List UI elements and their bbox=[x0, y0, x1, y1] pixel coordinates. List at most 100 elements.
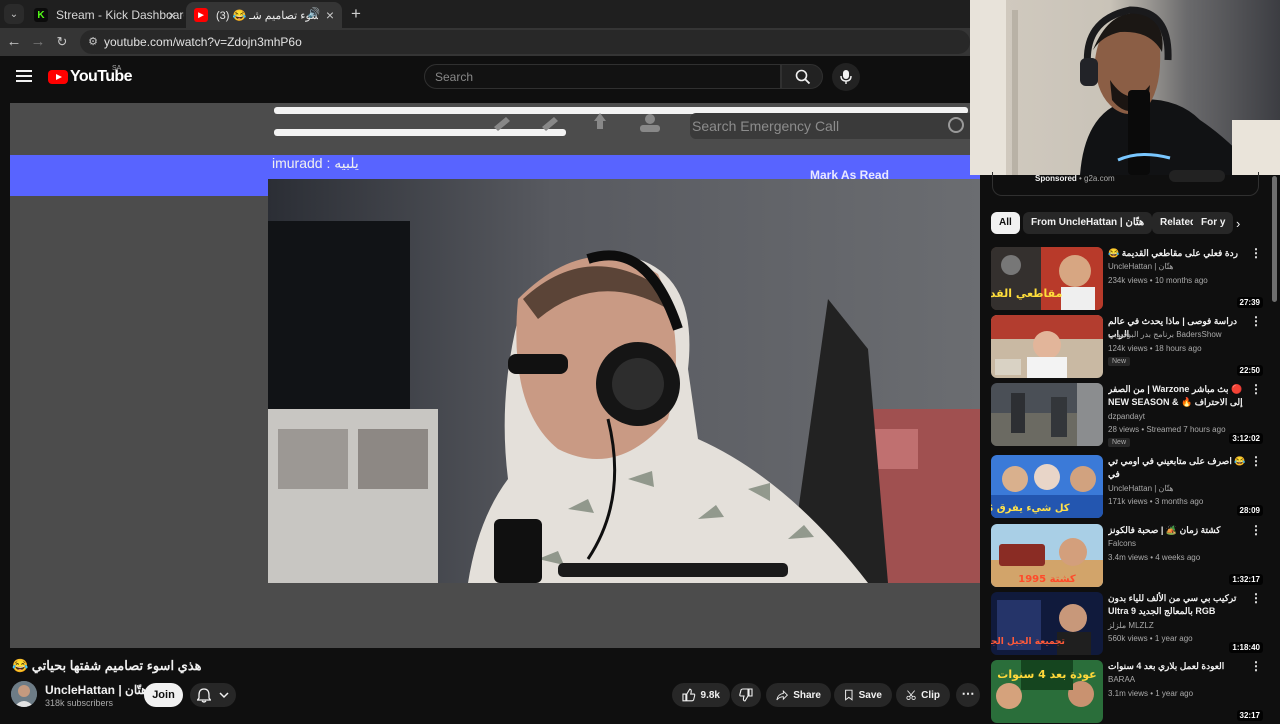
youtube-logo[interactable]: YouTube SA bbox=[48, 65, 132, 86]
more-vertical-icon[interactable]: ⋮ bbox=[1250, 315, 1262, 327]
more-vertical-icon[interactable]: ⋮ bbox=[1250, 383, 1262, 395]
video-meta: 3.4m views • 4 weeks ago bbox=[1108, 553, 1201, 562]
sponsored-ad-card[interactable]: Sponsored • g2a.com bbox=[992, 170, 1259, 196]
more-vertical-icon[interactable]: ⋮ bbox=[1250, 247, 1262, 259]
recommended-video[interactable]: عودة بعد 4 سنوات 32:17 العودة لعمل بلاري… bbox=[991, 660, 1266, 724]
video-meta: 171k views • 3 months ago bbox=[1108, 497, 1204, 506]
close-icon[interactable]: × bbox=[326, 7, 334, 23]
more-vertical-icon[interactable]: ⋮ bbox=[1250, 524, 1262, 536]
new-tab-button[interactable]: + bbox=[346, 4, 366, 24]
sponsored-domain-text: g2a.com bbox=[1084, 174, 1115, 183]
video-duration: 3:12:02 bbox=[1229, 433, 1263, 444]
channel-avatar[interactable] bbox=[11, 681, 37, 707]
video-meta: 28 views • Streamed 7 hours ago bbox=[1108, 425, 1226, 434]
subscriber-count: 318k subscribers bbox=[45, 698, 114, 708]
chip-from-channel[interactable]: From UncleHattan | هتّان bbox=[1023, 212, 1153, 234]
speaker-icon[interactable]: 🔊 bbox=[308, 8, 320, 19]
channel-name[interactable]: ملزلز MLZLZ bbox=[1108, 621, 1154, 630]
dislike-button[interactable] bbox=[731, 683, 761, 707]
video-meta: 124k views • 18 hours ago bbox=[1108, 344, 1202, 353]
site-info-icon[interactable]: ⚙ bbox=[86, 35, 100, 49]
video-thumbnail: عودة بعد 4 سنوات bbox=[991, 660, 1103, 723]
video-title[interactable]: ردة فعلي على مقاطعي القديمة 😂 bbox=[1108, 247, 1248, 260]
video-duration: 1:18:40 bbox=[1229, 642, 1263, 653]
sponsored-label: Sponsored bbox=[1035, 174, 1077, 183]
menu-icon[interactable] bbox=[16, 70, 32, 82]
video-meta: 234k views • 10 months ago bbox=[1108, 276, 1208, 285]
video-title[interactable]: العودة لعمل بلاري بعد 4 سنوات bbox=[1108, 660, 1248, 673]
recommended-video[interactable]: كشتة 1995 1:32:17 كشتة زمان 🏕️ | صحبة فا… bbox=[991, 524, 1266, 588]
recommended-video[interactable]: مقاطعي القديمة 27:39 ردة فعلي على مقاطعي… bbox=[991, 247, 1266, 311]
video-duration: 27:39 bbox=[1236, 297, 1263, 308]
video-title[interactable]: تركيب بي سي من الألف للياء بدون RGB بالم… bbox=[1108, 592, 1248, 618]
share-label: Share bbox=[793, 689, 821, 701]
more-vertical-icon[interactable]: ⋮ bbox=[1250, 455, 1262, 467]
recommended-video[interactable]: تجميعة الجيل الجديد 1:18:40 تركيب بي سي … bbox=[991, 592, 1266, 656]
logo-text: YouTube bbox=[70, 68, 132, 85]
channel-name[interactable]: برنامج بدر البوقيوبي BadersShow bbox=[1108, 330, 1222, 339]
more-vertical-icon[interactable]: ⋮ bbox=[1250, 592, 1262, 604]
search-input[interactable]: Search bbox=[424, 64, 781, 89]
chevron-down-icon bbox=[219, 692, 229, 699]
video-duration: 22:50 bbox=[1236, 365, 1263, 376]
share-icon bbox=[776, 689, 789, 700]
thumbnail-text: تجميعة الجيل الجديد bbox=[991, 637, 1065, 647]
search-button[interactable] bbox=[781, 64, 823, 89]
chevron-right-icon[interactable]: › bbox=[1236, 216, 1240, 231]
youtube-play-icon bbox=[48, 70, 68, 84]
like-count: 9.8k bbox=[700, 689, 720, 701]
video-thumbnail: كل شيء يفرق $10 bbox=[991, 455, 1103, 518]
filter-chips: All From UncleHattan | هتّان Related For… bbox=[991, 212, 1259, 234]
notifications-button[interactable] bbox=[190, 683, 236, 707]
tab-search-button[interactable]: ⌄ bbox=[4, 4, 24, 24]
video-player[interactable]: Search Emergency Call imuradd : يلبيه Ma… bbox=[10, 103, 980, 648]
channel-name[interactable]: UncleHattan | هتّان bbox=[45, 683, 147, 697]
channel-name[interactable]: UncleHattan | هتّان bbox=[1108, 262, 1174, 271]
channel-name[interactable]: dzpandayt bbox=[1108, 412, 1145, 421]
thumbnail-text: عودة بعد 4 سنوات bbox=[997, 668, 1096, 681]
more-actions-button[interactable]: ⋯ bbox=[956, 683, 980, 707]
save-button[interactable]: Save bbox=[834, 683, 892, 707]
avatar-image bbox=[11, 681, 37, 707]
clip-button[interactable]: Clip bbox=[896, 683, 950, 707]
back-arrow-icon[interactable]: ← bbox=[4, 32, 24, 52]
sidebar-scrollbar[interactable] bbox=[1272, 176, 1277, 302]
video-thumbnail: كشتة 1995 bbox=[991, 524, 1103, 587]
video-meta: 560k views • 1 year ago bbox=[1108, 634, 1193, 643]
video-title[interactable]: كشتة زمان 🏕️ | صحبة فالكونز bbox=[1108, 524, 1248, 537]
voice-search-button[interactable] bbox=[832, 63, 860, 91]
tab-kick-dashboard[interactable]: K Stream - Kick Dashboard × bbox=[26, 2, 184, 28]
reload-icon[interactable]: ↻ bbox=[52, 32, 72, 52]
recommended-video[interactable]: 3:12:02 🔴 بث مباشر Warzone | من الصفر إل… bbox=[991, 383, 1266, 447]
recommended-video[interactable]: 22:50 دراسة فوصى | ماذا يحدث في عالم الر… bbox=[991, 315, 1266, 379]
ad-cta-button[interactable] bbox=[1169, 170, 1225, 182]
address-bar[interactable]: ⚙ youtube.com/watch?v=Zdojn3mhP6o bbox=[80, 30, 970, 54]
tab-youtube-video[interactable]: ▶ هذي اسوء تصاميم شـ 😂 (3) 🔊 × bbox=[186, 2, 342, 28]
video-title: هذي اسوء تصاميم شفتها بحياتي 😂 bbox=[12, 658, 202, 673]
forward-arrow-icon[interactable]: → bbox=[28, 32, 48, 52]
video-title[interactable]: 😂 اصرف على متابعيني في اومي تي في bbox=[1108, 455, 1248, 481]
youtube-icon: ▶ bbox=[194, 8, 208, 22]
join-button[interactable]: Join bbox=[144, 683, 183, 707]
more-horizontal-icon: ⋯ bbox=[961, 686, 975, 701]
youtube-header: YouTube SA Search bbox=[0, 56, 970, 100]
channel-name[interactable]: BARAA bbox=[1108, 675, 1135, 684]
recommended-video[interactable]: كل شيء يفرق $10 28:09 😂 اصرف على متابعين… bbox=[991, 455, 1266, 519]
like-button[interactable]: 9.8k bbox=[672, 683, 730, 707]
scissors-icon bbox=[906, 690, 916, 700]
video-frame-streamer bbox=[268, 179, 980, 583]
url-text: youtube.com/watch?v=Zdojn3mhP6o bbox=[104, 35, 302, 49]
bell-icon bbox=[197, 688, 211, 703]
chip-all[interactable]: All bbox=[991, 212, 1020, 234]
save-label: Save bbox=[858, 689, 882, 701]
more-vertical-icon[interactable]: ⋮ bbox=[1250, 660, 1262, 672]
share-button[interactable]: Share bbox=[766, 683, 831, 707]
channel-name[interactable]: Falcons bbox=[1108, 539, 1136, 548]
chip-for-you[interactable]: For y bbox=[1193, 212, 1234, 234]
close-icon[interactable]: × bbox=[168, 7, 176, 23]
search-placeholder: Search bbox=[435, 70, 474, 84]
channel-name[interactable]: UncleHattan | هتّان bbox=[1108, 484, 1174, 493]
bookmark-icon bbox=[845, 689, 853, 701]
video-thumbnail: مقاطعي القديمة bbox=[991, 247, 1103, 310]
video-title[interactable]: 🔴 بث مباشر Warzone | من الصفر إلى الاحتر… bbox=[1108, 383, 1248, 410]
